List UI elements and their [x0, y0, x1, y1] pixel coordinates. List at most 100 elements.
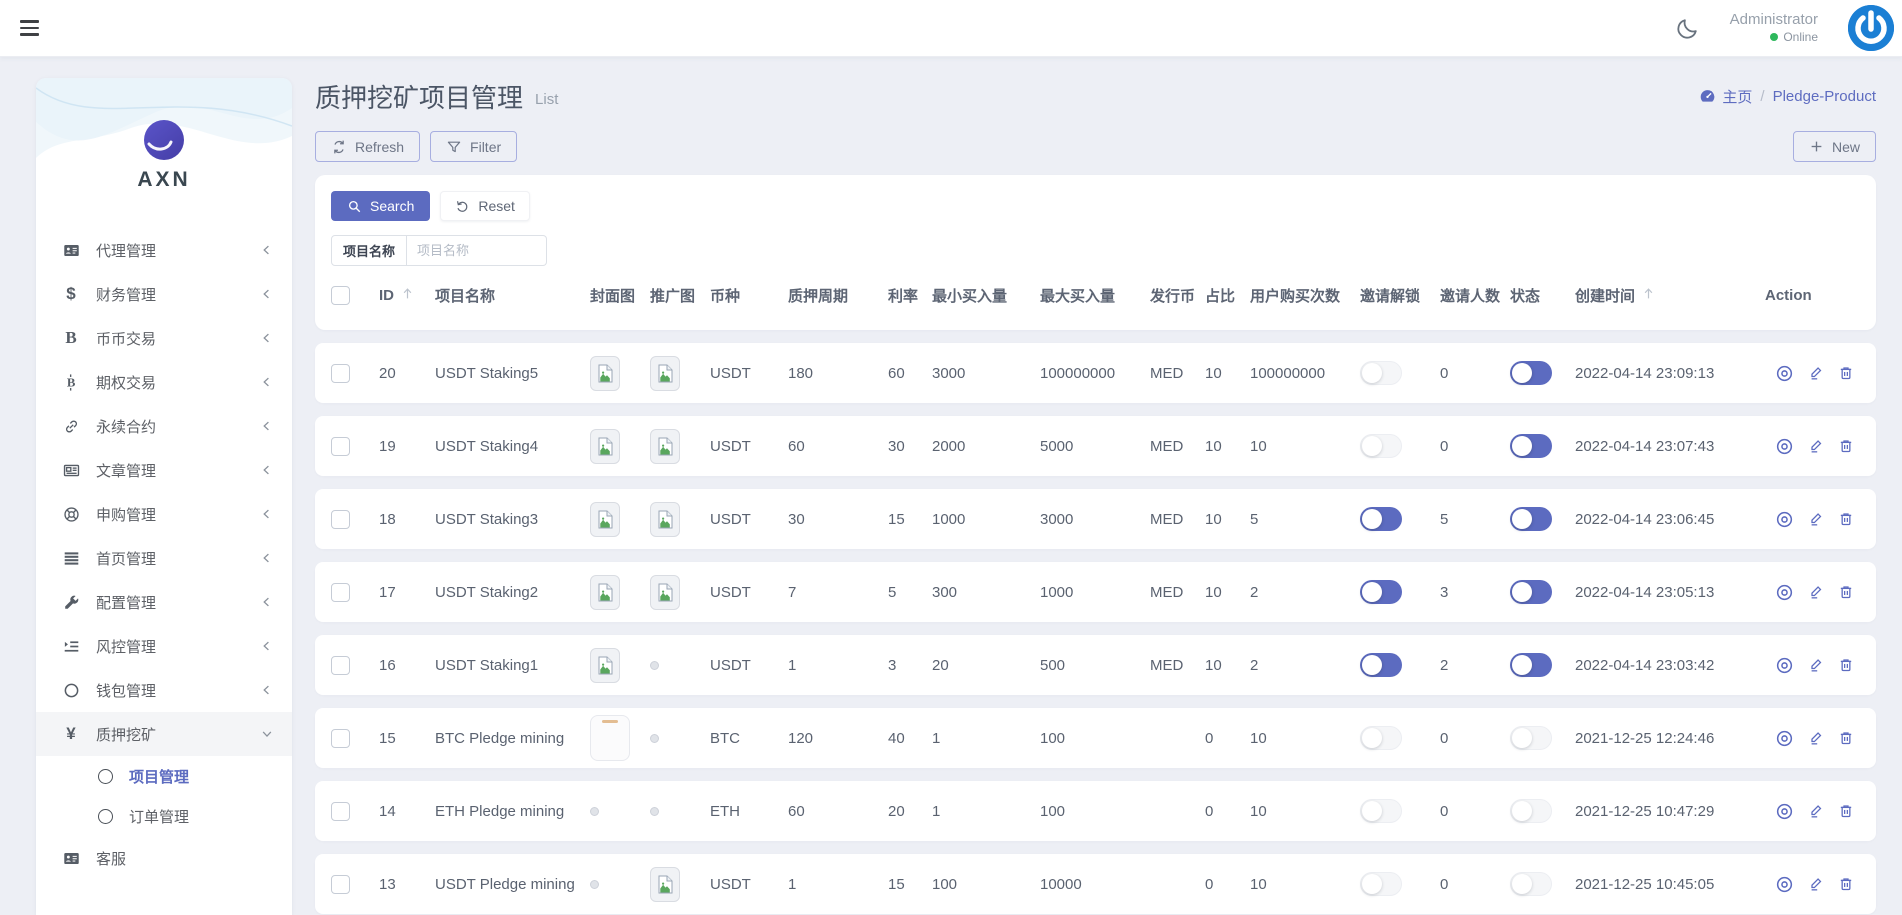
refresh-button[interactable]: Refresh [315, 131, 421, 162]
invite-unlock-toggle[interactable] [1360, 872, 1402, 896]
column-header-ID[interactable]: ID [379, 286, 435, 305]
avatar[interactable] [1848, 5, 1894, 51]
sidebar-item-币币交易[interactable]: B 币币交易 [36, 316, 292, 360]
table-row: 17 USDT Staking2 USDT 7 5 300 1000 MED 1… [315, 562, 1876, 622]
sidebar-item-质押挖矿[interactable]: ¥ 质押挖矿 [36, 712, 292, 756]
delete-button[interactable] [1838, 803, 1854, 819]
column-header-推广图[interactable]: 推广图 [650, 285, 710, 306]
filter-button[interactable]: Filter [430, 131, 518, 162]
invite-unlock-toggle[interactable] [1360, 726, 1402, 750]
row-checkbox[interactable] [331, 436, 350, 456]
column-header-质押周期[interactable]: 质押周期 [788, 285, 888, 306]
delete-button[interactable] [1838, 438, 1854, 454]
sidebar-item-风控管理[interactable]: 风控管理 [36, 624, 292, 668]
broken-image-icon [658, 875, 672, 893]
column-header-项目名称[interactable]: 项目名称 [435, 285, 590, 306]
sidebar-item-代理管理[interactable]: 代理管理 [36, 228, 292, 272]
sidebar-item-期权交易[interactable]: B 期权交易 [36, 360, 292, 404]
column-header-利率[interactable]: 利率 [888, 285, 932, 306]
column-header-邀请人数[interactable]: 邀请人数 [1440, 285, 1510, 306]
column-header-最大买入量[interactable]: 最大买入量 [1040, 285, 1150, 306]
delete-button[interactable] [1838, 730, 1854, 746]
row-checkbox[interactable] [331, 363, 350, 383]
status-toggle[interactable] [1510, 434, 1552, 458]
edit-button[interactable] [1808, 511, 1824, 527]
sidebar-toggle-icon[interactable] [20, 17, 46, 39]
view-button[interactable] [1775, 656, 1794, 675]
pencil-icon [1811, 367, 1822, 380]
status-toggle[interactable] [1510, 653, 1552, 677]
column-header-封面图[interactable]: 封面图 [590, 285, 650, 306]
view-button[interactable] [1775, 510, 1794, 529]
invite-unlock-toggle[interactable] [1360, 580, 1402, 604]
sidebar-subitem-项目管理[interactable]: 项目管理 [36, 756, 292, 796]
status-toggle[interactable] [1510, 799, 1552, 823]
sidebar-item-申购管理[interactable]: 申购管理 [36, 492, 292, 536]
sidebar-item-配置管理[interactable]: 配置管理 [36, 580, 292, 624]
row-checkbox[interactable] [331, 509, 350, 529]
edit-button[interactable] [1808, 365, 1824, 381]
status-toggle[interactable] [1510, 507, 1552, 531]
column-header-最小买入量[interactable]: 最小买入量 [932, 285, 1040, 306]
column-header-占比[interactable]: 占比 [1205, 285, 1250, 306]
edit-button[interactable] [1808, 657, 1824, 673]
view-button[interactable] [1775, 364, 1794, 383]
sidebar-item-客服[interactable]: 客服 [36, 836, 292, 880]
row-checkbox[interactable] [331, 728, 350, 748]
delete-button[interactable] [1838, 657, 1854, 673]
edit-button[interactable] [1808, 876, 1824, 892]
dark-mode-icon[interactable] [1676, 16, 1700, 40]
view-button[interactable] [1775, 437, 1794, 456]
row-checkbox[interactable] [331, 801, 350, 821]
view-button[interactable] [1775, 729, 1794, 748]
breadcrumb-home[interactable]: 主页 [1699, 86, 1752, 107]
reset-button[interactable]: Reset [440, 191, 530, 221]
sidebar-item-财务管理[interactable]: $ 财务管理 [36, 272, 292, 316]
delete-button[interactable] [1838, 584, 1854, 600]
sidebar-item-永续合约[interactable]: 永续合约 [36, 404, 292, 448]
status-toggle[interactable] [1510, 580, 1552, 604]
view-button[interactable] [1775, 583, 1794, 602]
sidebar-item-文章管理[interactable]: 文章管理 [36, 448, 292, 492]
column-header-Action[interactable]: Action [1765, 287, 1864, 304]
eye-icon [1776, 365, 1793, 381]
broken-image-icon [658, 510, 672, 528]
edit-button[interactable] [1808, 438, 1824, 454]
view-button[interactable] [1775, 802, 1794, 821]
status-toggle[interactable] [1510, 726, 1552, 750]
row-checkbox[interactable] [331, 874, 350, 894]
column-header-邀请解锁[interactable]: 邀请解锁 [1360, 285, 1440, 306]
edit-button[interactable] [1808, 584, 1824, 600]
project-name-input[interactable] [407, 235, 548, 266]
invite-unlock-toggle[interactable] [1360, 799, 1402, 823]
invite-unlock-toggle[interactable] [1360, 434, 1402, 458]
search-button[interactable]: Search [331, 191, 431, 221]
delete-button[interactable] [1838, 876, 1854, 892]
status-toggle[interactable] [1510, 361, 1552, 385]
column-header-发行币[interactable]: 发行币 [1150, 285, 1205, 306]
power-logo-icon [1848, 5, 1894, 51]
sidebar-subitem-订单管理[interactable]: 订单管理 [36, 796, 292, 836]
select-all-checkbox[interactable] [331, 285, 350, 305]
delete-button[interactable] [1838, 365, 1854, 381]
sidebar-item-首页管理[interactable]: 首页管理 [36, 536, 292, 580]
view-button[interactable] [1775, 875, 1794, 894]
row-checkbox[interactable] [331, 655, 350, 675]
column-header-状态[interactable]: 状态 [1510, 285, 1575, 306]
image-placeholder-dot [650, 806, 659, 816]
invite-unlock-toggle[interactable] [1360, 361, 1402, 385]
sidebar-item-钱包管理[interactable]: 钱包管理 [36, 668, 292, 712]
edit-button[interactable] [1808, 803, 1824, 819]
delete-button[interactable] [1838, 511, 1854, 527]
column-header-用户购买次数[interactable]: 用户购买次数 [1250, 285, 1360, 306]
circle-icon [98, 808, 113, 824]
column-header-币种[interactable]: 币种 [710, 285, 788, 306]
broken-image-thumbnail [650, 866, 680, 902]
row-checkbox[interactable] [331, 582, 350, 602]
invite-unlock-toggle[interactable] [1360, 653, 1402, 677]
new-button[interactable]: New [1792, 131, 1876, 162]
column-header-创建时间[interactable]: 创建时间 [1575, 285, 1765, 306]
status-toggle[interactable] [1510, 872, 1552, 896]
invite-unlock-toggle[interactable] [1360, 507, 1402, 531]
edit-button[interactable] [1808, 730, 1824, 746]
